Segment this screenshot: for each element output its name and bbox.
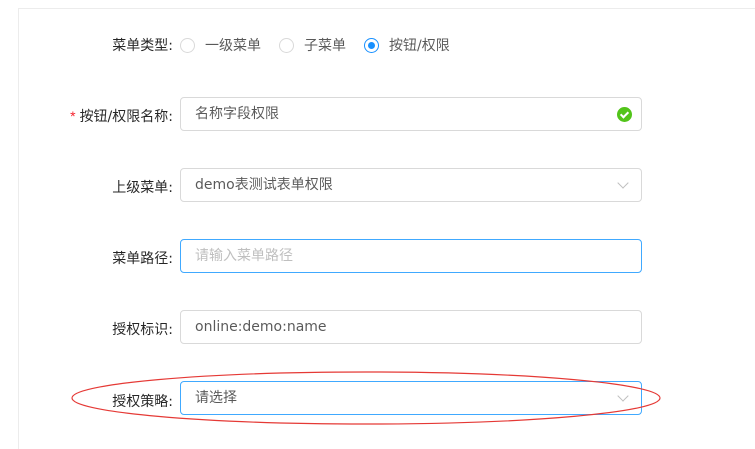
menu-path-input[interactable]: 请输入菜单路径 [180, 239, 642, 273]
menu-path-placeholder: 请输入菜单路径 [195, 248, 293, 264]
radio-label: 子菜单 [304, 38, 346, 54]
auth-key-value: online:demo:name [195, 319, 327, 335]
menu-type-label: 菜单类型: [112, 38, 173, 54]
radio-top-menu[interactable]: 一级菜单 [180, 35, 261, 55]
auth-strategy-select[interactable]: 请选择 [180, 381, 642, 415]
chevron-down-icon [617, 177, 629, 189]
chevron-down-icon [617, 390, 629, 402]
check-circle-icon [617, 107, 632, 122]
radio-circle-selected[interactable] [364, 37, 379, 53]
perm-name-input[interactable]: 名称字段权限 [180, 97, 642, 131]
radio-button-permission[interactable]: 按钮/权限 [364, 35, 450, 55]
parent-menu-value: demo表测试表单权限 [195, 177, 333, 193]
radio-label: 一级菜单 [205, 38, 261, 54]
perm-name-label: * 按钮/权限名称: [70, 108, 173, 125]
menu-type-radio-group: 一级菜单 子菜单 按钮/权限 [180, 35, 468, 55]
auth-key-input[interactable]: online:demo:name [180, 310, 642, 344]
parent-menu-select[interactable]: demo表测试表单权限 [180, 168, 642, 202]
radio-sub-menu[interactable]: 子菜单 [279, 35, 346, 55]
auth-strategy-placeholder: 请选择 [195, 390, 237, 406]
radio-circle[interactable] [180, 37, 195, 53]
radio-label: 按钮/权限 [389, 38, 450, 54]
menu-path-label: 菜单路径: [112, 251, 173, 267]
auth-key-label: 授权标识: [112, 322, 173, 338]
radio-circle[interactable] [279, 37, 294, 53]
parent-menu-label: 上级菜单: [112, 180, 173, 196]
required-mark: * [70, 108, 76, 124]
perm-name-value: 名称字段权限 [195, 106, 279, 122]
auth-strategy-label: 授权策略: [112, 394, 173, 410]
